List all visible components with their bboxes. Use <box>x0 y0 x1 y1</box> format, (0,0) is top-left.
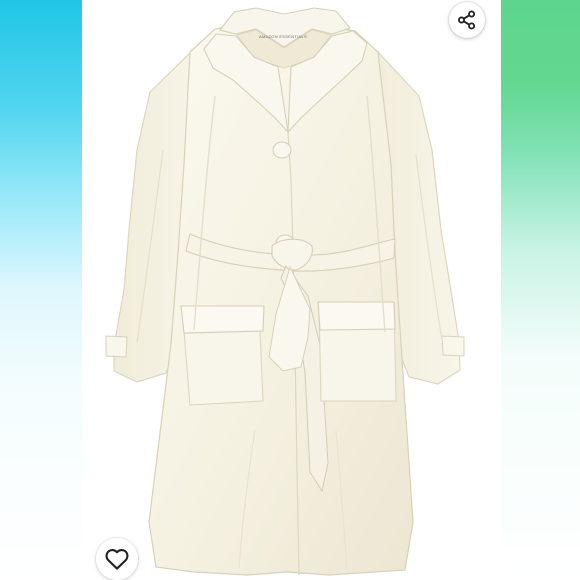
like-button[interactable] <box>96 538 138 580</box>
heart-icon <box>105 548 129 570</box>
right-background-panel <box>501 0 580 580</box>
left-background-panel <box>0 0 82 580</box>
trench-coat-illustration <box>105 7 465 576</box>
garment-label-text: AMAZON ESSENTIALS <box>259 34 307 39</box>
product-image-viewer: AMAZON ESSENTIALS <box>0 0 580 580</box>
share-icon <box>458 10 476 30</box>
share-button[interactable] <box>449 2 485 38</box>
product-photo[interactable]: AMAZON ESSENTIALS <box>82 0 501 580</box>
